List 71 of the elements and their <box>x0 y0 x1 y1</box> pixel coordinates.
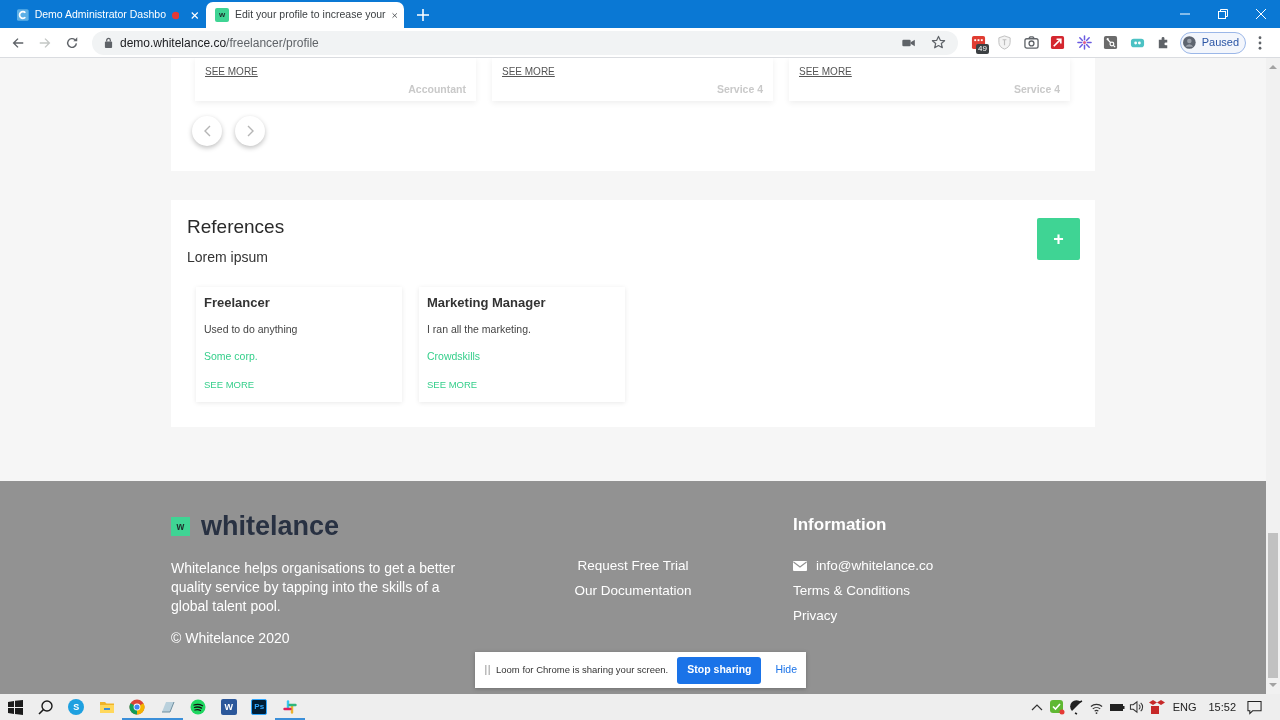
count-badge: 49 <box>976 43 989 54</box>
footer-heading: Information <box>793 514 887 536</box>
chevron-right-icon <box>246 125 254 137</box>
section-subtitle: Lorem ipsum <box>187 248 268 267</box>
grip-icon <box>485 665 490 675</box>
company-name: Some corp. <box>204 349 258 363</box>
lock-icon <box>104 37 113 48</box>
back-arrow-icon[interactable] <box>10 35 25 50</box>
close-icon[interactable] <box>191 10 199 20</box>
taskbar-app-button[interactable]: Ps <box>244 694 275 720</box>
email-link[interactable]: info@whitelance.co <box>816 553 934 578</box>
footer-link[interactable]: Privacy <box>793 603 838 628</box>
search-icon[interactable] <box>38 699 54 715</box>
taskbar-app-button[interactable]: S <box>61 694 92 720</box>
footer-link[interactable]: Request Free Trial <box>577 553 689 578</box>
see-more-link[interactable]: SEE MORE <box>799 67 852 77</box>
footer-link[interactable]: Our Documentation <box>574 578 692 603</box>
see-more-link[interactable]: SEE MORE <box>502 67 555 77</box>
reference-description: I ran all the marketing. <box>427 322 531 336</box>
reference-title: Marketing Manager <box>427 295 546 311</box>
starburst-icon[interactable] <box>1076 35 1092 50</box>
section-title: References <box>187 215 285 239</box>
profile-button[interactable]: Paused <box>1180 31 1246 54</box>
battery-icon[interactable] <box>1108 701 1125 713</box>
close-icon[interactable] <box>1256 9 1266 19</box>
close-icon[interactable] <box>391 10 397 20</box>
share-message: Loom for Chrome is sharing your screen. <box>496 662 669 677</box>
see-more-link[interactable]: SEE MORE <box>205 67 258 77</box>
reference-title: Freelancer <box>204 295 270 311</box>
box-stack-icon[interactable] <box>1148 699 1165 715</box>
chevron-left-icon <box>203 125 211 137</box>
hub-tile-icon[interactable] <box>1103 35 1119 50</box>
scrollbar-thumb[interactable] <box>1268 533 1278 678</box>
reference-description: Used to do anything <box>204 322 298 336</box>
dish-icon[interactable] <box>1068 699 1085 715</box>
reload-icon[interactable] <box>64 35 79 50</box>
browser-tab[interactable]: Demo Administrator Dashbo <box>8 2 206 28</box>
ring-logo-icon <box>17 8 29 22</box>
footer-link[interactable]: Terms & Conditions <box>793 578 911 603</box>
speaker-icon[interactable] <box>1129 700 1145 714</box>
clock-text[interactable]: 15:52 <box>1202 698 1242 716</box>
hide-link[interactable]: Hide <box>775 662 797 678</box>
video-camera-icon[interactable] <box>902 37 916 48</box>
notification-icon[interactable] <box>1246 699 1262 715</box>
start-icon[interactable] <box>7 699 23 715</box>
check-tile-icon[interactable] <box>1048 699 1065 715</box>
camera-icon[interactable] <box>1023 35 1039 50</box>
chevron-up-icon[interactable] <box>1030 703 1043 711</box>
stop-sharing-button[interactable]: Stop sharing <box>677 656 762 684</box>
brand-name: whitelance <box>201 513 340 539</box>
round-logo-icon <box>129 699 146 715</box>
folder-icon <box>98 699 115 715</box>
more-menu-icon[interactable] <box>1258 35 1262 50</box>
avatar-icon <box>1183 34 1196 51</box>
language-indicator[interactable]: ENG <box>1166 698 1203 716</box>
plus-icon[interactable] <box>417 9 429 21</box>
address-bar[interactable]: demo.whitelance.co/freelancer/profile <box>92 30 958 55</box>
arrow-tile-icon[interactable] <box>1050 35 1066 50</box>
paper-sheet-icon <box>159 699 176 715</box>
hash-logo-icon <box>281 699 298 715</box>
copyright-text: © Whitelance 2020 <box>171 629 290 648</box>
star-icon[interactable] <box>931 35 946 50</box>
logo-mark: w <box>171 516 190 536</box>
browser-tab[interactable]: w Edit your profile to increase your <box>206 2 404 28</box>
company-name: Crowdskills <box>427 349 481 363</box>
restore-icon[interactable] <box>1218 9 1228 19</box>
sound-waves-icon <box>190 699 207 715</box>
envelope-icon <box>793 560 807 571</box>
taskbar-app-button[interactable]: W <box>213 694 244 720</box>
footer-description: Whitelance helps organisations to get a better quality service by tapping into the skills of a global talent pool. <box>171 559 457 616</box>
favicon-logo: w <box>215 8 229 22</box>
